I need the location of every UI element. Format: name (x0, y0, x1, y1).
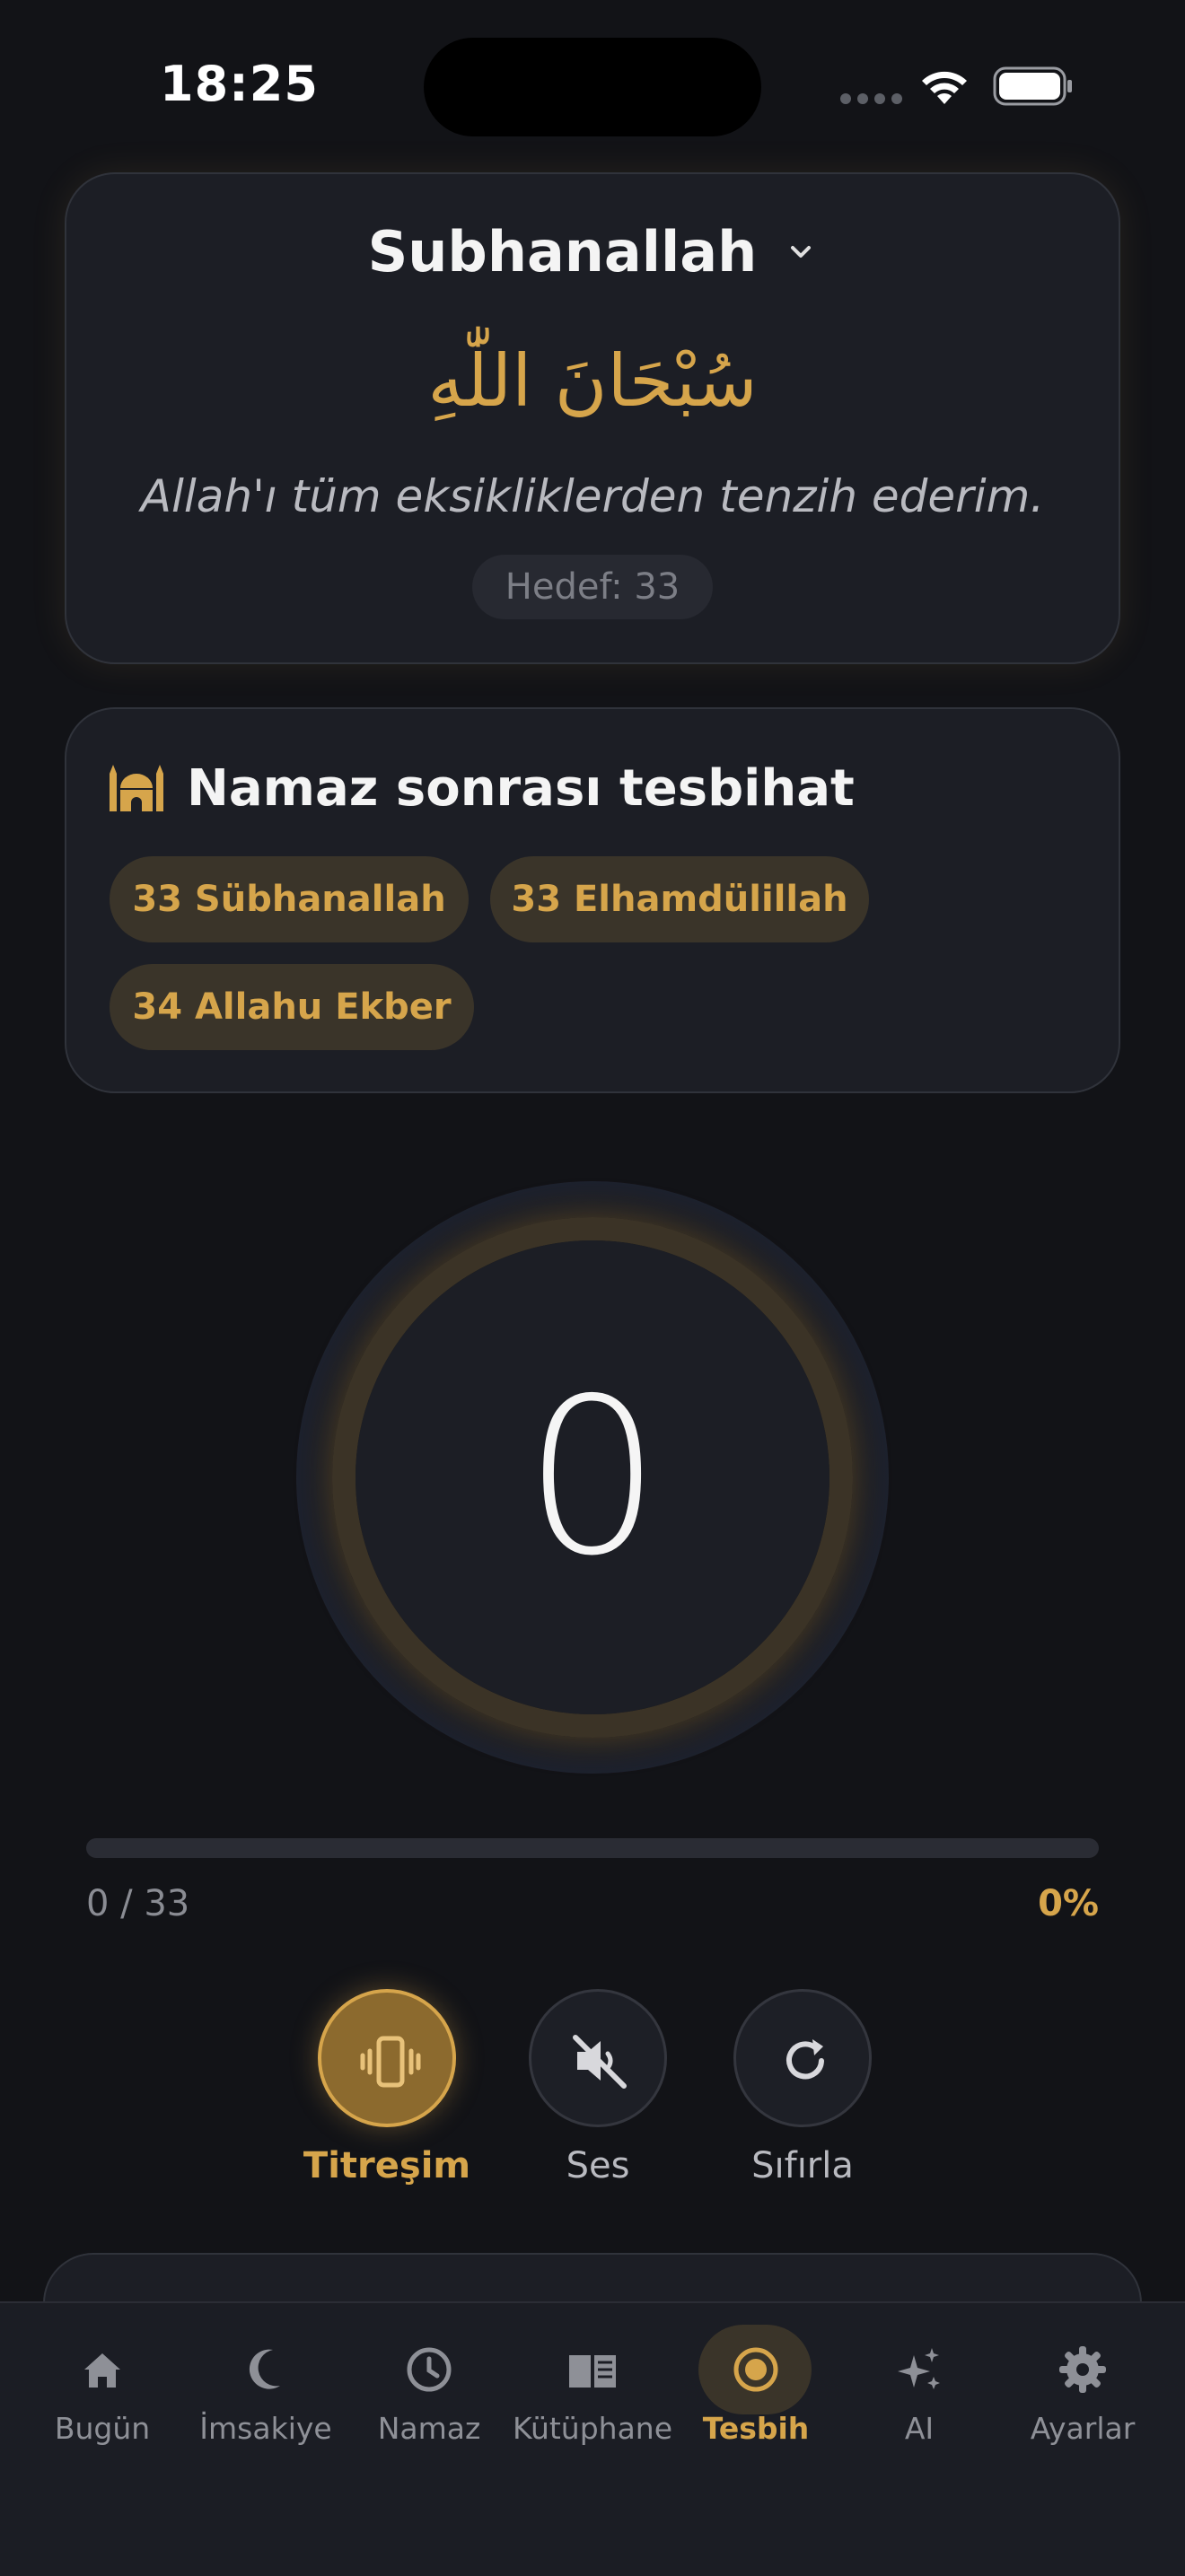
tesbihat-chip[interactable]: 34 Allahu Ekber (110, 964, 474, 1050)
tab-label: Kütüphane (512, 2411, 673, 2446)
sound-toggle-button[interactable] (529, 1989, 667, 2127)
dhikr-selector[interactable]: Subhanallah (0, 219, 1185, 285)
dhikr-meaning: Allah'ı tüm eksikliklerden tenzih ederim… (140, 470, 1045, 522)
tab-label: AI (904, 2411, 935, 2446)
tab-label: Ayarlar (1030, 2411, 1136, 2446)
tab-label: Namaz (377, 2411, 481, 2446)
tesbih-target-icon (733, 2347, 778, 2392)
tesbihat-title: Namaz sonrası tesbihat (187, 759, 855, 818)
sparkles-icon (898, 2348, 940, 2389)
counter-value: 0 (523, 1352, 662, 1603)
dhikr-arabic: سُبْحَانَ اللّٰهِ (427, 339, 758, 423)
vibration-label: Titreşim (303, 2145, 471, 2186)
tab-kutuphane[interactable]: Kütüphane (508, 2325, 677, 2459)
sound-label: Ses (566, 2145, 630, 2186)
tab-label: Tesbih (702, 2411, 810, 2446)
tab-ayarlar[interactable]: Ayarlar (998, 2325, 1167, 2459)
speaker-muted-icon (573, 2035, 627, 2089)
tab-tesbih[interactable]: Tesbih (672, 2325, 840, 2459)
chevron-down-icon (791, 245, 812, 258)
vibration-toggle-button[interactable] (318, 1989, 456, 2127)
refresh-icon (786, 2039, 824, 2080)
progress-bar (86, 1838, 1099, 1858)
tab-bugun[interactable]: Bugün (18, 2325, 187, 2459)
cellular-signal-icon (840, 93, 903, 104)
gear-icon (1059, 2346, 1106, 2393)
dynamic-island (424, 38, 761, 136)
reset-button[interactable] (733, 1989, 872, 2127)
progress-percent: 0% (1038, 1883, 1099, 1924)
crescent-moon-icon (249, 2349, 280, 2389)
vibration-icon (360, 2036, 421, 2088)
progress-count: 0 / 33 (86, 1883, 190, 1924)
tab-imsakiye[interactable]: İmsakiye (181, 2325, 350, 2459)
tab-label: İmsakiye (199, 2411, 332, 2446)
dhikr-title: Subhanallah (367, 219, 758, 285)
wifi-icon (922, 71, 967, 104)
tesbihat-chip[interactable]: 33 Elhamdülillah (490, 856, 869, 942)
mosque-icon (110, 765, 163, 811)
battery-icon (993, 66, 1072, 106)
tab-label: Bugün (54, 2411, 151, 2446)
goal-badge: Hedef: 33 (472, 555, 713, 619)
clock-icon (407, 2347, 452, 2392)
reset-label: Sıfırla (751, 2145, 854, 2186)
home-icon (84, 2353, 120, 2388)
tesbihat-chip[interactable]: 33 Sübhanallah (110, 856, 469, 942)
tab-ai[interactable]: AI (835, 2325, 1004, 2459)
tab-namaz[interactable]: Namaz (345, 2325, 514, 2459)
status-time: 18:25 (160, 56, 319, 112)
book-icon (569, 2355, 616, 2388)
